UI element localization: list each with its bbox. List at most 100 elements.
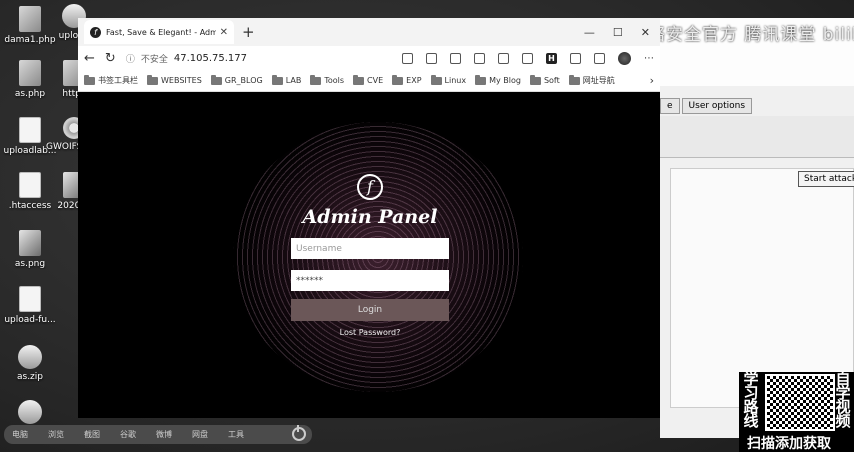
bookmark-label: LAB [285,76,302,85]
h-extension-icon[interactable]: H [546,52,557,64]
minimize-icon[interactable]: — [584,26,595,39]
taskbar-item[interactable]: 微博 [156,429,192,440]
taskbar-item[interactable]: 截图 [84,429,120,440]
taskbar: 电脑 浏览 截图 谷歌 微博 网盘 工具 [4,425,312,444]
bookmark-label: My Blog [489,76,521,85]
url-text[interactable]: 47.105.75.177 [174,53,247,64]
login-button[interactable]: Login [291,299,449,321]
close-tab-icon[interactable]: ✕ [220,27,228,38]
screenshot-icon[interactable] [426,52,437,64]
power-icon[interactable] [292,425,306,441]
promo-caption: 扫描添加获取 [747,436,831,452]
bookmark-folder[interactable]: GR_BLOG [210,74,263,85]
bookmark-folder[interactable]: CVE [353,74,384,85]
background-window-bar [660,116,854,158]
php-file-icon [19,6,41,32]
bookmark-folder[interactable]: Linux [430,74,466,85]
username-input[interactable] [291,238,449,259]
page-content: f Admin Panel Login Lost Password? [78,92,660,418]
bookmarks-overflow-icon[interactable]: › [650,74,654,87]
new-tab-button[interactable]: + [242,23,255,41]
folder-icon [147,74,158,85]
bookmark-folder[interactable]: 书签工具栏 [84,74,138,86]
folder-icon [84,74,95,85]
browser-tab[interactable]: f Fast, Save & Elegant! - AdminPa... ✕ [84,20,234,44]
filter-icon[interactable] [474,52,485,64]
tab-title: Fast, Save & Elegant! - AdminPa... [106,27,216,37]
qr-promo: 学习路线 自学视频 扫描添加获取 [739,372,854,452]
extension-icon[interactable] [522,52,533,64]
tab-partial[interactable]: e [660,98,680,114]
taskbar-item[interactable]: 谷歌 [120,429,156,440]
bookmark-folder[interactable]: LAB [271,74,302,85]
desktop-icon-label: as.png [14,259,46,269]
security-warning-icon[interactable]: ⓘ [126,52,135,65]
bookmark-label: WEBSITES [161,76,202,85]
bookmark-label: Tools [324,76,345,85]
maximize-icon[interactable]: ☐ [613,26,623,39]
browser-window: f Fast, Save & Elegant! - AdminPa... ✕ +… [78,18,660,418]
document-icon [19,172,41,198]
tab-user-options[interactable]: User options [681,98,753,114]
address-bar[interactable]: ⓘ 不安全 47.105.75.177 [126,52,392,65]
login-panel: f Admin Panel Login Lost Password? [290,174,450,337]
taskbar-item[interactable]: 网盘 [192,429,228,440]
zip-file-icon [18,345,42,369]
menu-dots-icon[interactable]: ⋯ [644,53,654,64]
extension-icon[interactable] [402,52,413,64]
qr-code-icon [765,374,835,431]
desktop-icon-label: as.zip [16,372,43,382]
profile-avatar-icon[interactable] [618,51,631,65]
lost-password-link[interactable]: Lost Password? [290,328,450,337]
bookmark-folder[interactable]: My Blog [475,74,521,85]
back-icon[interactable]: ← [84,51,95,66]
bookmark-folder[interactable]: WEBSITES [147,74,202,85]
security-label: 不安全 [140,54,168,65]
translate-icon[interactable] [498,52,509,64]
folder-icon [392,74,404,85]
bookmark-label: 网址导航 [582,76,615,85]
promo-right-text: 自学视频 [835,370,851,430]
browser-titlebar: f Fast, Save & Elegant! - AdminPa... ✕ +… [78,18,660,46]
folder-icon [353,74,365,85]
bookmark-label: GR_BLOG [224,76,263,85]
bookmarks-bar: 书签工具栏 WEBSITES GR_BLOG LAB Tools CVE EXP… [78,70,660,92]
collections-icon[interactable] [570,52,581,64]
bookmark-label: EXP [406,76,422,85]
grid-icon[interactable] [594,52,605,64]
close-window-icon[interactable]: ✕ [641,26,650,39]
folder-icon [529,74,541,85]
folder-icon [568,74,580,85]
favicon-icon: f [90,26,101,38]
folder-icon [210,74,222,85]
bookmark-folder[interactable]: 网址导航 [568,74,615,86]
page-title: Admin Panel [302,206,438,228]
desktop-icon-label: upload-fu... [4,315,56,325]
desktop-icon-upload-fu[interactable]: upload-fu... [2,286,58,325]
php-file-icon [19,60,41,86]
logo-icon: f [357,174,383,200]
bookmark-folder[interactable]: Tools [310,74,345,85]
start-attack-button[interactable]: Start attack [798,171,854,187]
taskbar-item[interactable]: 浏览 [48,429,84,440]
toolbar-icons: H ⋯ [402,51,654,65]
desktop-icon-as-png[interactable]: as.png [2,230,58,269]
password-input[interactable] [291,270,449,291]
bookmark-label: Soft [543,76,560,85]
zip-file-icon [18,400,42,424]
desktop-icon-as-zip[interactable]: as.zip [2,345,58,382]
desktop-icon-zip[interactable] [2,400,58,427]
watermark: 络安全官方 腾讯课堂 bilibili [648,25,854,45]
bookmark-folder[interactable]: Soft [529,74,560,85]
taskbar-item[interactable]: 电脑 [12,429,48,440]
bookmark-folder[interactable]: EXP [392,74,422,85]
bookmark-label: CVE [367,76,384,85]
folder-icon [475,74,487,85]
document-icon [19,117,41,143]
reload-icon[interactable]: ↻ [105,51,116,66]
taskbar-item[interactable]: 工具 [228,429,264,440]
window-controls: — ☐ ✕ [584,26,660,39]
promo-left-text: 学习路线 [743,370,759,430]
bookmark-star-icon[interactable] [450,52,461,64]
folder-icon [271,74,283,85]
